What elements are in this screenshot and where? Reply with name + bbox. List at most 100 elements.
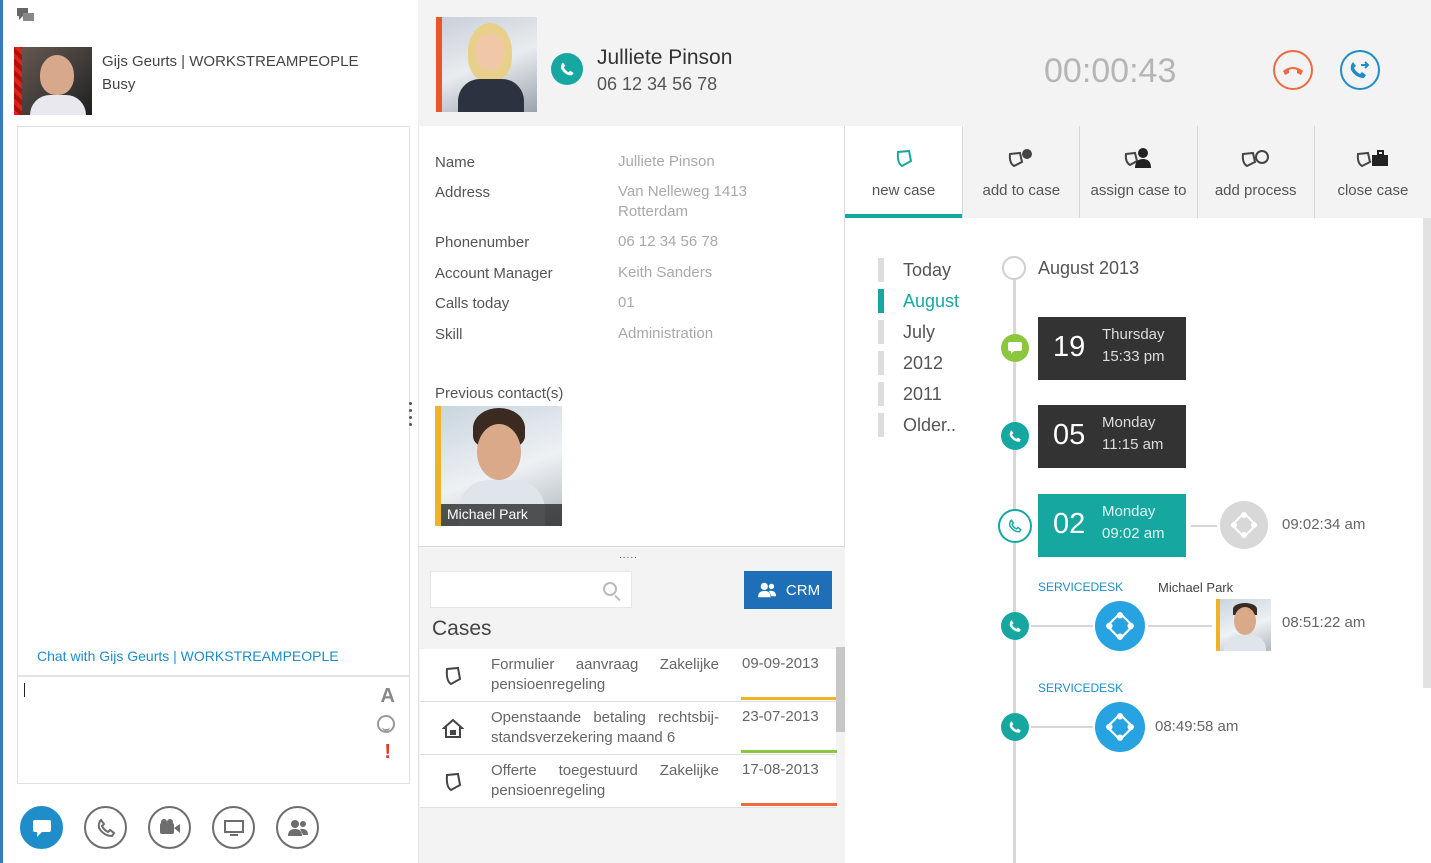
- michael-park-avatar[interactable]: [1216, 599, 1271, 651]
- timeline-axis: [1013, 280, 1016, 863]
- case-row[interactable]: Openstaande betaling rechtsbij-standsver…: [420, 702, 837, 755]
- servicedesk-process-node[interactable]: [1095, 702, 1145, 752]
- house-icon: [442, 718, 464, 738]
- emoticon-icon[interactable]: [377, 715, 395, 733]
- filter-july[interactable]: July: [878, 320, 935, 344]
- call-header: Julliete Pinson 06 12 34 56 78 00:00:43: [418, 0, 1431, 126]
- new-case-button[interactable]: new case: [845, 126, 963, 218]
- call-event-node[interactable]: [1001, 422, 1029, 450]
- chat-event-node[interactable]: [1001, 334, 1029, 362]
- case-status-bar: [741, 750, 837, 753]
- event-day: 19: [1053, 331, 1086, 363]
- servicedesk-tag: SERVICEDESK: [1038, 681, 1124, 695]
- user-avatar[interactable]: [14, 47, 92, 115]
- event-day: 05: [1053, 419, 1086, 451]
- add-process-label: add process: [1214, 182, 1297, 199]
- servicedesk-process-node[interactable]: [1095, 601, 1145, 651]
- add-process-button[interactable]: add process: [1196, 126, 1314, 218]
- field-value-name: Julliete Pinson: [618, 153, 715, 170]
- field-value-calls-today: 01: [618, 294, 635, 311]
- call-button[interactable]: [84, 806, 127, 849]
- event-time: 11:15 am: [1102, 436, 1164, 453]
- event-weekday: Monday: [1102, 414, 1156, 431]
- case-status-bar: [741, 803, 837, 806]
- assign-case-label: assign case to: [1090, 182, 1187, 199]
- cases-search-input[interactable]: [430, 571, 632, 608]
- conversation-icon[interactable]: [15, 6, 37, 26]
- people-icon: [287, 819, 308, 836]
- assign-case-button[interactable]: assign case to: [1079, 126, 1196, 218]
- call-timer: 00:00:43: [1044, 52, 1177, 90]
- message-input[interactable]: A !: [17, 676, 410, 784]
- field-value-phone: 06 12 34 56 78: [618, 233, 719, 250]
- close-case-icon: [1356, 150, 1388, 168]
- process-icon: [1105, 611, 1135, 641]
- case-row[interactable]: Formulier aanvraag Zakelijke pensioenreg…: [420, 649, 837, 702]
- filter-older[interactable]: Older..: [878, 413, 956, 437]
- phone-icon: [1009, 620, 1021, 632]
- new-case-icon: [896, 149, 912, 168]
- hang-up-button[interactable]: [1273, 50, 1313, 90]
- video-button[interactable]: [148, 806, 191, 849]
- chat-icon: [1008, 342, 1022, 354]
- event-weekday: Monday: [1102, 503, 1156, 520]
- crm-label: CRM: [785, 581, 821, 599]
- add-to-case-button[interactable]: add to case: [962, 126, 1079, 218]
- field-label-account-manager: Account Manager: [435, 265, 553, 282]
- case-row[interactable]: Offerte toegestuurd Zakelijke pensioenre…: [420, 755, 837, 808]
- case-title: Openstaande betaling rechtsbij-standsver…: [491, 709, 719, 746]
- servicedesk-person: Michael Park: [1158, 580, 1234, 595]
- cases-resize-handle[interactable]: .....: [619, 550, 638, 561]
- transfer-call-button[interactable]: [1340, 50, 1380, 90]
- phone-icon: [97, 817, 115, 837]
- chat-pane: Gijs Geurts | WORKSTREAMPEOPLE Busy Chat…: [0, 0, 418, 863]
- screen-share-button[interactable]: [212, 806, 255, 849]
- chat-button[interactable]: [20, 806, 63, 849]
- user-status[interactable]: Busy: [102, 76, 135, 93]
- participants-button[interactable]: [276, 806, 319, 849]
- crm-button[interactable]: CRM: [744, 571, 832, 609]
- transfer-call-icon: [1350, 61, 1370, 78]
- call-event-node[interactable]: [1001, 713, 1029, 741]
- process-icon: [1230, 511, 1258, 539]
- servicedesk-time: 08:51:22 am: [1282, 614, 1366, 631]
- process-node[interactable]: [1220, 501, 1268, 549]
- case-date: 23-07-2013: [742, 708, 819, 725]
- document-hand-icon: [445, 666, 462, 686]
- phone-icon: [1009, 519, 1022, 533]
- filter-2012[interactable]: 2012: [878, 351, 943, 375]
- previous-contact-card[interactable]: Michael Park: [435, 406, 562, 526]
- close-case-label: close case: [1337, 182, 1409, 199]
- process-icon: [1105, 712, 1135, 742]
- add-process-icon: [1241, 150, 1269, 168]
- timeline-scrollbar[interactable]: [1423, 218, 1431, 688]
- timeline-month: August 2013: [1038, 258, 1140, 278]
- people-icon: [757, 582, 776, 598]
- timeline-event[interactable]: 05 Monday 11:15 am: [1038, 405, 1186, 468]
- screen-share-icon: [223, 819, 244, 836]
- user-name: Gijs Geurts | WORKSTREAMPEOPLE: [102, 53, 359, 70]
- filter-2011[interactable]: 2011: [878, 382, 942, 406]
- case-status-bar: [741, 697, 837, 700]
- cases-title: Cases: [432, 617, 492, 640]
- filter-august[interactable]: August: [878, 289, 959, 313]
- previous-contacts-label: Previous contact(s): [435, 385, 564, 402]
- call-event-node[interactable]: [1001, 612, 1029, 640]
- pane-splitter-handle[interactable]: [409, 402, 413, 432]
- importance-icon[interactable]: !: [384, 741, 391, 764]
- servicedesk-tag: SERVICEDESK: [1038, 580, 1124, 594]
- event-weekday: Thursday: [1102, 326, 1165, 343]
- text-caret: [24, 683, 25, 697]
- field-label-phone: Phonenumber: [435, 234, 530, 251]
- field-label-skill: Skill: [435, 326, 463, 343]
- timeline-event[interactable]: 19 Thursday 15:33 pm: [1038, 317, 1186, 380]
- phone-icon: [1009, 430, 1021, 442]
- close-case-button[interactable]: close case: [1313, 126, 1431, 218]
- previous-contact-name: Michael Park: [441, 504, 562, 526]
- call-event-node-selected[interactable]: [998, 509, 1032, 543]
- timeline-event-selected[interactable]: 02 Monday 09:02 am: [1038, 494, 1186, 557]
- font-format-icon[interactable]: A: [381, 685, 395, 708]
- case-date: 09-09-2013: [742, 655, 819, 672]
- filter-today[interactable]: Today: [878, 258, 951, 282]
- field-value-account-manager: Keith Sanders: [618, 264, 713, 281]
